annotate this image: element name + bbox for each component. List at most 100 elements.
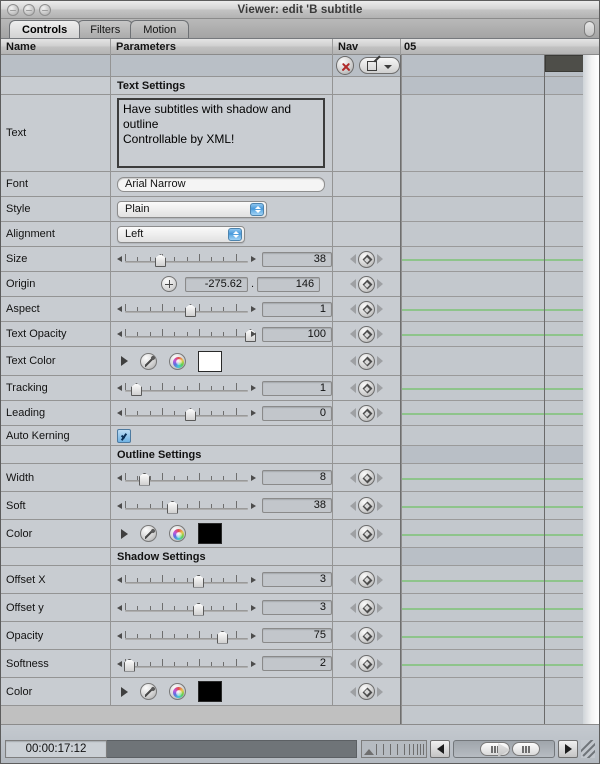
slider-right-arrow-icon[interactable] bbox=[251, 502, 257, 509]
leading-slider[interactable] bbox=[117, 405, 257, 421]
slider-right-arrow-icon[interactable] bbox=[251, 410, 257, 416]
slider-left-arrow-icon[interactable] bbox=[117, 576, 122, 583]
prev-keyframe-icon[interactable] bbox=[350, 383, 356, 393]
prev-keyframe-icon[interactable] bbox=[350, 329, 356, 339]
next-keyframe-icon[interactable] bbox=[377, 686, 383, 697]
next-keyframe-icon[interactable] bbox=[377, 383, 383, 393]
slider-right-arrow-icon[interactable] bbox=[251, 385, 257, 391]
add-keyframe-icon[interactable] bbox=[358, 379, 375, 397]
keyframe-track-shadow-color[interactable] bbox=[401, 678, 599, 706]
scrubber-track[interactable] bbox=[107, 740, 357, 758]
eyedropper-icon[interactable] bbox=[140, 352, 157, 370]
add-keyframe-icon[interactable] bbox=[358, 627, 375, 644]
next-keyframe-icon[interactable] bbox=[377, 408, 383, 418]
timecode-field[interactable]: 00:00:17:12 bbox=[5, 740, 107, 758]
next-keyframe-icon[interactable] bbox=[377, 356, 383, 366]
add-keyframe-icon[interactable] bbox=[358, 599, 375, 616]
softness-slider[interactable] bbox=[117, 656, 257, 672]
next-keyframe-icon[interactable] bbox=[377, 254, 383, 264]
add-keyframe-icon[interactable] bbox=[358, 404, 375, 422]
prev-keyframe-icon[interactable] bbox=[350, 304, 356, 314]
slider-right-arrow-icon[interactable] bbox=[251, 576, 257, 583]
disclosure-triangle-icon[interactable] bbox=[121, 528, 128, 539]
origin-y-value[interactable]: 146 bbox=[257, 276, 321, 292]
add-keyframe-icon[interactable] bbox=[358, 250, 375, 268]
resize-grip-icon[interactable] bbox=[581, 740, 595, 758]
style-select[interactable]: Plain bbox=[117, 200, 267, 218]
add-keyframe-icon[interactable] bbox=[358, 275, 375, 293]
slider-left-arrow-icon[interactable] bbox=[117, 604, 122, 611]
prev-keyframe-icon[interactable] bbox=[350, 500, 356, 511]
keyframe-track-section-outline[interactable] bbox=[401, 446, 599, 464]
tab-filters[interactable]: Filters bbox=[77, 20, 134, 38]
alignment-select[interactable]: Left bbox=[117, 225, 245, 243]
add-keyframe-icon[interactable] bbox=[358, 683, 375, 700]
column-header-name[interactable]: Name bbox=[1, 38, 111, 55]
prev-keyframe-icon[interactable] bbox=[350, 356, 356, 366]
add-keyframe-icon[interactable] bbox=[358, 300, 375, 318]
aspect-slider[interactable] bbox=[117, 301, 257, 317]
prev-keyframe-icon[interactable] bbox=[350, 574, 356, 585]
softness-value[interactable]: 2 bbox=[262, 656, 332, 671]
add-keyframe-icon[interactable] bbox=[358, 525, 375, 542]
zoom-slider[interactable] bbox=[361, 740, 427, 758]
scrollbar-thumb-right[interactable] bbox=[512, 742, 540, 756]
keyframe-track-tracking[interactable] bbox=[401, 376, 599, 401]
prev-keyframe-icon[interactable] bbox=[350, 658, 356, 669]
prev-keyframe-icon[interactable] bbox=[350, 279, 356, 289]
horizontal-scrollbar[interactable] bbox=[453, 740, 555, 758]
next-keyframe-icon[interactable] bbox=[377, 500, 383, 511]
slider-left-arrow-icon[interactable] bbox=[117, 660, 122, 667]
slider-right-arrow-icon[interactable] bbox=[251, 604, 257, 611]
timeline-ruler[interactable]: 05 bbox=[401, 39, 599, 55]
keyframe-track-text-color[interactable] bbox=[401, 347, 599, 376]
keyframe-track-size[interactable] bbox=[401, 247, 599, 272]
keyframe-track-alignment[interactable] bbox=[401, 222, 599, 247]
eyedropper-icon[interactable] bbox=[140, 683, 157, 700]
next-keyframe-icon[interactable] bbox=[377, 329, 383, 339]
tab-motion[interactable]: Motion bbox=[130, 20, 190, 38]
playhead[interactable] bbox=[544, 55, 545, 744]
size-value[interactable]: 38 bbox=[262, 251, 332, 267]
eyedropper-icon[interactable] bbox=[140, 525, 157, 542]
minimize-button[interactable] bbox=[23, 3, 35, 16]
scroll-left-button[interactable] bbox=[430, 740, 450, 758]
add-keyframe-icon[interactable] bbox=[358, 469, 375, 486]
opacity-value[interactable]: 75 bbox=[262, 628, 332, 643]
keyframe-track-origin[interactable] bbox=[401, 272, 599, 297]
prev-keyframe-icon[interactable] bbox=[350, 472, 356, 483]
soft-value[interactable]: 38 bbox=[262, 498, 332, 513]
auto-kerning-checkbox[interactable] bbox=[117, 428, 131, 443]
next-keyframe-icon[interactable] bbox=[377, 602, 383, 613]
font-input[interactable]: Arial Narrow bbox=[117, 176, 325, 192]
prev-keyframe-icon[interactable] bbox=[350, 528, 356, 539]
slider-right-arrow-icon[interactable] bbox=[251, 306, 257, 312]
keyframe-track-offset-x[interactable] bbox=[401, 566, 599, 594]
offset-y-value[interactable]: 3 bbox=[262, 600, 332, 615]
keyframe-track-outline-color[interactable] bbox=[401, 520, 599, 548]
zoom-thumb-icon[interactable] bbox=[364, 749, 374, 755]
next-keyframe-icon[interactable] bbox=[377, 304, 383, 314]
scroll-right-button[interactable] bbox=[558, 740, 578, 758]
add-keyframe-icon[interactable] bbox=[358, 352, 375, 370]
keyframe-track-aspect[interactable] bbox=[401, 297, 599, 322]
prev-keyframe-icon[interactable] bbox=[350, 408, 356, 418]
slider-right-arrow-icon[interactable] bbox=[251, 632, 257, 639]
width-slider[interactable] bbox=[117, 470, 257, 486]
keyframe-track-width[interactable] bbox=[401, 464, 599, 492]
prev-keyframe-icon[interactable] bbox=[350, 602, 356, 613]
outline-color-swatch[interactable] bbox=[198, 523, 222, 544]
edit-menu-icon[interactable] bbox=[359, 57, 400, 74]
keyframe-track-text-opacity[interactable] bbox=[401, 322, 599, 347]
prev-keyframe-icon[interactable] bbox=[350, 630, 356, 641]
add-keyframe-icon[interactable] bbox=[358, 497, 375, 514]
prev-keyframe-icon[interactable] bbox=[350, 686, 356, 697]
keyframe-track-section-text[interactable] bbox=[401, 77, 599, 95]
soft-slider[interactable] bbox=[117, 498, 257, 514]
slider-left-arrow-icon[interactable] bbox=[117, 331, 122, 337]
next-keyframe-icon[interactable] bbox=[377, 528, 383, 539]
keyframe-graph-area[interactable] bbox=[401, 55, 599, 744]
keyframe-track-soft[interactable] bbox=[401, 492, 599, 520]
slider-right-arrow-icon[interactable] bbox=[251, 660, 257, 667]
next-keyframe-icon[interactable] bbox=[377, 658, 383, 669]
